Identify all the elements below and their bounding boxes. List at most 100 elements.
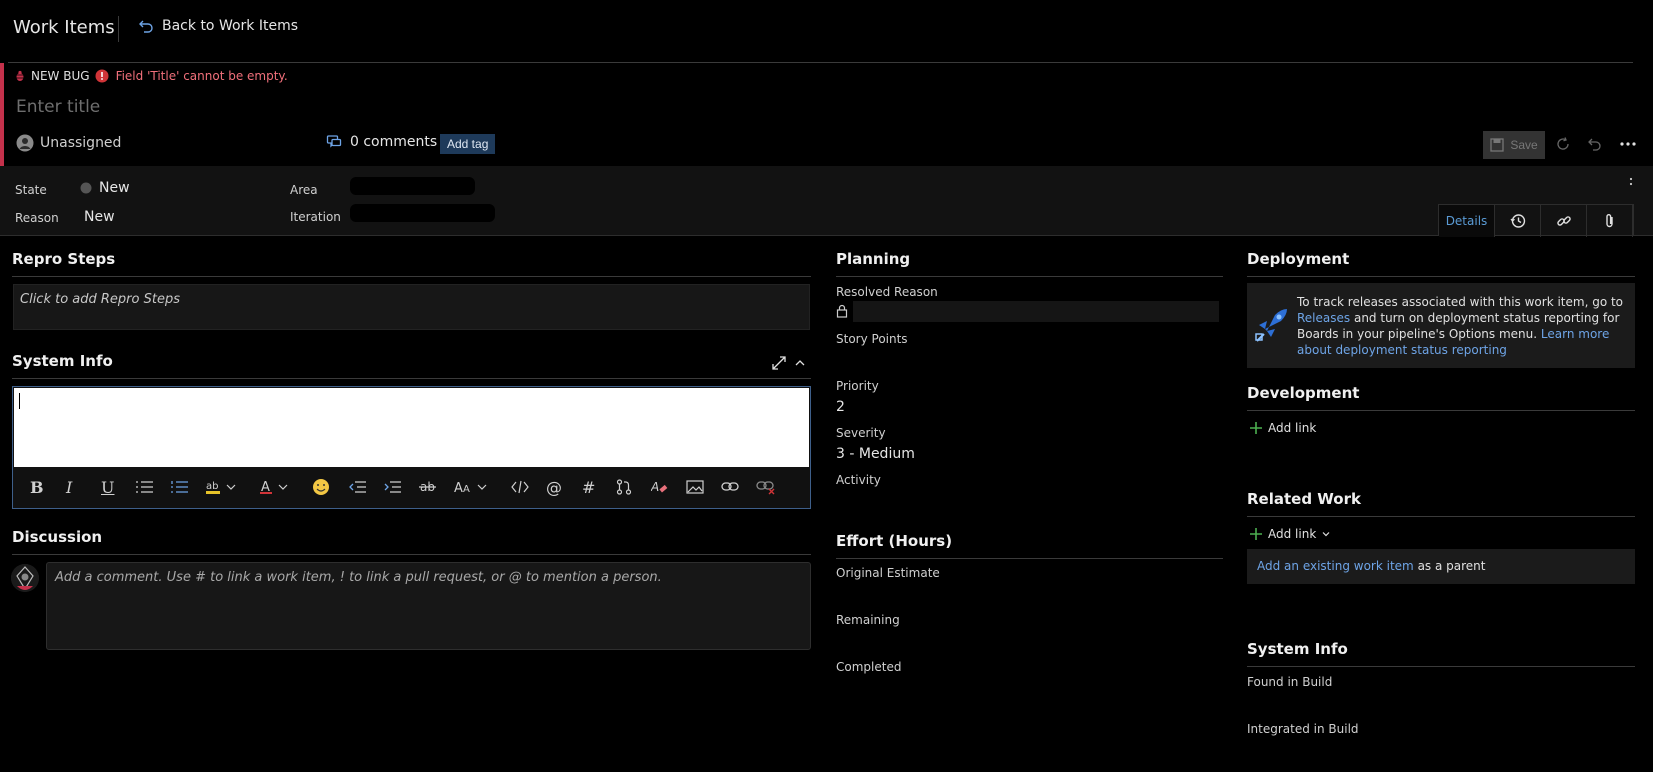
avatar	[11, 564, 39, 592]
remaining-input[interactable]	[836, 631, 1223, 653]
repro-steps-title: Repro Steps	[12, 250, 116, 268]
severity-dropdown[interactable]: 3 - Medium	[836, 446, 915, 462]
activity-label: Activity	[836, 473, 881, 487]
highlight-icon[interactable]: ab	[206, 477, 238, 497]
image-icon[interactable]	[686, 477, 704, 497]
resolved-reason-label: Resolved Reason	[836, 285, 938, 299]
decrease-indent-icon[interactable]	[349, 477, 367, 497]
clear-formatting-icon[interactable]: A	[651, 477, 669, 497]
found-in-build-label: Found in Build	[1247, 675, 1333, 689]
story-points-input[interactable]	[836, 350, 1223, 372]
font-color-icon[interactable]: A	[260, 477, 292, 497]
italic-icon[interactable]: I	[66, 477, 72, 497]
divider	[1247, 516, 1635, 517]
work-item-link-icon[interactable]: #	[582, 477, 595, 497]
remaining-label: Remaining	[836, 613, 900, 627]
link-icon	[1556, 213, 1572, 229]
back-arrow-icon	[138, 18, 154, 34]
completed-label: Completed	[836, 660, 902, 674]
add-link-label: Add link	[1268, 421, 1317, 435]
divider	[1247, 276, 1635, 277]
divider	[12, 378, 811, 379]
activity-dropdown[interactable]	[836, 490, 1223, 512]
system-info-text-area[interactable]	[14, 388, 809, 467]
fields-strip: State New Reason New Area Iteration	[0, 166, 1653, 236]
history-icon	[1510, 213, 1526, 229]
insert-link-icon[interactable]	[721, 477, 739, 497]
view-tabs: Details	[1438, 204, 1634, 237]
add-existing-work-item-link[interactable]: Add an existing work item	[1257, 559, 1414, 573]
found-in-build-input[interactable]	[1247, 693, 1635, 715]
font-size-icon[interactable]: AA	[454, 477, 490, 497]
mention-icon[interactable]: @	[546, 477, 562, 497]
increase-indent-icon[interactable]	[384, 477, 402, 497]
iteration-value-redacted[interactable]	[350, 204, 495, 222]
emoji-icon[interactable]	[312, 477, 330, 497]
comment-input[interactable]: Add a comment. Use # to link a work item…	[46, 562, 811, 650]
assignee-picker[interactable]: Unassigned	[16, 134, 121, 152]
bold-icon[interactable]: B	[30, 477, 44, 497]
refresh-icon[interactable]	[1555, 136, 1571, 152]
original-estimate-input[interactable]	[836, 584, 1223, 606]
svg-text:ab: ab	[206, 481, 218, 492]
state-dot-icon	[80, 182, 92, 194]
planning-title: Planning	[836, 250, 911, 268]
state-dropdown[interactable]: New	[80, 180, 130, 196]
divider	[12, 276, 811, 277]
priority-dropdown[interactable]: 2	[836, 399, 845, 415]
rocket-icon	[1255, 307, 1289, 343]
assignee-label: Unassigned	[40, 135, 122, 151]
completed-input[interactable]	[836, 678, 1223, 700]
severity-label: Severity	[836, 426, 886, 440]
development-add-link[interactable]: Add link	[1250, 421, 1316, 435]
comment-icon	[326, 134, 342, 150]
back-to-work-items-link[interactable]: Back to Work Items	[138, 18, 298, 34]
divider	[836, 276, 1223, 277]
pull-request-icon[interactable]	[616, 477, 632, 497]
development-title: Development	[1247, 384, 1360, 402]
work-item-type-row: NEW BUG Field 'Title' cannot be empty.	[14, 69, 288, 83]
title-input[interactable]	[16, 95, 1016, 119]
repro-steps-editor[interactable]: Click to add Repro Steps	[13, 284, 810, 330]
numbered-list-icon[interactable]	[171, 477, 189, 497]
add-tag-button[interactable]: Add tag	[440, 134, 496, 154]
tab-details[interactable]: Details	[1439, 205, 1495, 237]
discussion-title: Discussion	[12, 528, 103, 546]
strikethrough-icon[interactable]: ab	[419, 477, 437, 497]
releases-link[interactable]: Releases	[1297, 311, 1350, 325]
error-icon	[95, 69, 109, 83]
system-info-right-title: System Info	[1247, 640, 1348, 658]
divider	[836, 558, 1223, 559]
system-info-title: System Info	[12, 352, 113, 370]
state-value: New	[99, 180, 130, 196]
collapse-fields-icon[interactable]	[1628, 176, 1634, 188]
remove-link-icon[interactable]	[756, 477, 776, 497]
text-caret	[19, 393, 20, 409]
divider	[1247, 666, 1635, 667]
expand-icon[interactable]	[772, 356, 786, 370]
story-points-label: Story Points	[836, 332, 908, 346]
system-info-editor: B I U ab A ab AA @ # A	[12, 386, 811, 509]
tab-history[interactable]	[1495, 205, 1541, 237]
related-add-link[interactable]: Add link	[1250, 527, 1330, 541]
effort-title: Effort (Hours)	[836, 532, 953, 550]
integrated-in-build-input[interactable]	[1247, 740, 1635, 762]
bulleted-list-icon[interactable]	[136, 477, 154, 497]
reason-dropdown[interactable]: New	[84, 209, 115, 225]
error-indicator-bar	[0, 63, 4, 166]
save-button[interactable]: Save	[1483, 131, 1545, 159]
underline-icon[interactable]: U	[101, 477, 114, 497]
collapse-section-icon[interactable]	[795, 358, 805, 368]
more-actions-icon[interactable]	[1619, 136, 1637, 152]
deployment-description: To track releases associated with this w…	[1297, 294, 1627, 358]
code-icon[interactable]	[511, 477, 529, 497]
svg-text:A: A	[651, 480, 659, 494]
undo-icon[interactable]	[1587, 136, 1603, 152]
tab-attachments[interactable]	[1587, 205, 1633, 237]
tab-links[interactable]	[1541, 205, 1587, 237]
divider	[12, 554, 811, 555]
divider	[8, 62, 1633, 63]
comments-link[interactable]: 0 comments	[326, 134, 437, 150]
area-value-redacted[interactable]	[350, 177, 475, 195]
error-message: Field 'Title' cannot be empty.	[115, 69, 288, 83]
